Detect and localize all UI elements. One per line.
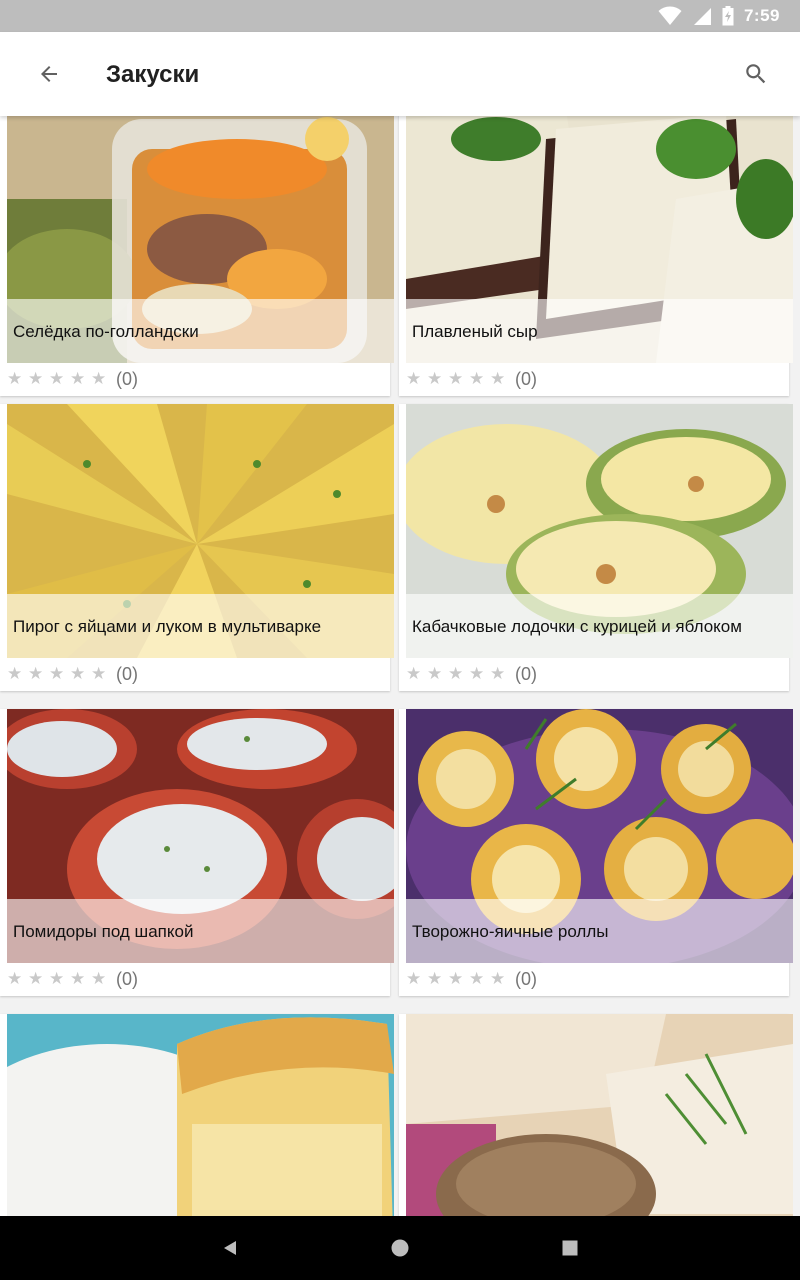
recipe-card[interactable]: [399, 1014, 793, 1216]
recipe-photo: Творожно-яичные роллы: [406, 709, 793, 963]
recipe-card[interactable]: Творожно-яичные роллы ★ ★ ★ ★ ★ (0): [399, 709, 793, 996]
star-icon: ★: [7, 369, 23, 388]
recipe-title: Селёдка по-голландски: [13, 321, 199, 341]
back-triangle-icon: [224, 1241, 236, 1255]
star-icon: ★: [28, 664, 44, 683]
signal-icon: [693, 8, 711, 25]
recipe-card[interactable]: Помидоры под шапкой ★ ★ ★ ★ ★ (0): [0, 709, 394, 996]
recipe-card[interactable]: Кабачковые лодочки с курицей и яблоком ★…: [399, 404, 793, 691]
star-icon: ★: [469, 664, 485, 683]
navigation-bar: [0, 1216, 800, 1280]
star-icon: ★: [490, 969, 506, 988]
rating: ★ ★ ★ ★ ★ (0): [406, 662, 537, 686]
recipe-caption: Помидоры под шапкой: [7, 899, 394, 963]
recipe-card[interactable]: Селёдка по-голландски ★ ★ ★ ★ ★ (0): [0, 116, 394, 396]
recents-square-icon: [562, 1240, 578, 1256]
recipe-photo: Пирог с яйцами и луком в мультиварке: [7, 404, 394, 658]
star-icon: ★: [7, 969, 23, 988]
recipe-card[interactable]: [0, 1014, 394, 1216]
star-icon: ★: [49, 969, 65, 988]
star-icon: ★: [469, 369, 485, 388]
rating-count: (0): [116, 663, 138, 684]
star-icon: ★: [28, 369, 44, 388]
recipe-caption: Плавленый сыр: [406, 299, 793, 363]
star-icon: ★: [448, 369, 464, 388]
star-icon: ★: [406, 664, 422, 683]
recipe-title: Творожно-яичные роллы: [412, 921, 609, 941]
nav-home-button[interactable]: [378, 1226, 422, 1270]
rating: ★ ★ ★ ★ ★ (0): [7, 662, 138, 686]
recipe-card[interactable]: Пирог с яйцами и луком в мультиварке ★ ★…: [0, 404, 394, 691]
status-icons: 7:59: [658, 0, 780, 32]
recipe-grid: Селёдка по-голландски ★ ★ ★ ★ ★ (0) Плав…: [0, 116, 800, 1216]
recipe-card[interactable]: Плавленый сыр ★ ★ ★ ★ ★ (0): [399, 116, 793, 396]
search-icon: [746, 64, 766, 84]
recipe-photo: [7, 1014, 394, 1216]
star-icon: ★: [91, 664, 107, 683]
recipe-image: [7, 1014, 394, 1216]
recipe-title: Кабачковые лодочки с курицей и яблоком: [412, 616, 742, 636]
star-icon: ★: [406, 969, 422, 988]
recipe-photo: Селёдка по-голландски: [7, 116, 394, 363]
rating: ★ ★ ★ ★ ★ (0): [7, 967, 138, 991]
recipe-caption: Пирог с яйцами и луком в мультиварке: [7, 594, 394, 658]
star-icon: ★: [49, 369, 65, 388]
star-icon: ★: [70, 664, 86, 683]
star-icon: ★: [448, 969, 464, 988]
home-circle-icon: [391, 1239, 409, 1257]
arrow-back-icon: [41, 66, 57, 82]
star-icon: ★: [7, 664, 23, 683]
page-title: Закуски: [106, 61, 200, 88]
rating-count: (0): [515, 368, 537, 389]
star-icon: ★: [91, 969, 107, 988]
recipe-caption: Селёдка по-голландски: [7, 299, 394, 363]
star-icon: ★: [427, 664, 443, 683]
recipe-title: Пирог с яйцами и луком в мультиварке: [13, 616, 322, 636]
star-icon: ★: [490, 369, 506, 388]
star-icon: ★: [28, 969, 44, 988]
recipe-caption: Кабачковые лодочки с курицей и яблоком: [406, 594, 793, 658]
rating: ★ ★ ★ ★ ★ (0): [7, 367, 138, 391]
recipe-photo: [406, 1014, 793, 1216]
star-icon: ★: [70, 369, 86, 388]
rating-count: (0): [515, 663, 537, 684]
star-icon: ★: [406, 369, 422, 388]
star-icon: ★: [427, 369, 443, 388]
recipe-photo: Помидоры под шапкой: [7, 709, 394, 963]
back-button[interactable]: [25, 50, 73, 98]
rating-count: (0): [515, 968, 537, 989]
rating-count: (0): [116, 968, 138, 989]
recipe-photo: Плавленый сыр: [406, 116, 793, 363]
star-icon: ★: [49, 664, 65, 683]
recipe-photo: Кабачковые лодочки с курицей и яблоком: [406, 404, 793, 658]
rating: ★ ★ ★ ★ ★ (0): [406, 367, 537, 391]
nav-recents-button[interactable]: [548, 1226, 592, 1270]
search-button[interactable]: [732, 50, 780, 98]
recipe-caption: Творожно-яичные роллы: [406, 899, 793, 963]
star-icon: ★: [91, 369, 107, 388]
rating: ★ ★ ★ ★ ★ (0): [406, 967, 537, 991]
recipe-image: [406, 1014, 793, 1216]
rating-count: (0): [116, 368, 138, 389]
star-icon: ★: [490, 664, 506, 683]
status-bar: 7:59: [0, 0, 800, 32]
recipe-title: Помидоры под шапкой: [13, 921, 194, 941]
star-icon: ★: [448, 664, 464, 683]
star-icon: ★: [70, 969, 86, 988]
status-time: 7:59: [743, 6, 780, 25]
wifi-icon: [658, 6, 682, 25]
nav-back-button[interactable]: [208, 1226, 252, 1270]
app-bar: Закуски: [0, 32, 800, 116]
star-icon: ★: [427, 969, 443, 988]
recipe-title: Плавленый сыр: [412, 321, 538, 341]
battery-charging-icon: [722, 6, 734, 26]
star-icon: ★: [469, 969, 485, 988]
